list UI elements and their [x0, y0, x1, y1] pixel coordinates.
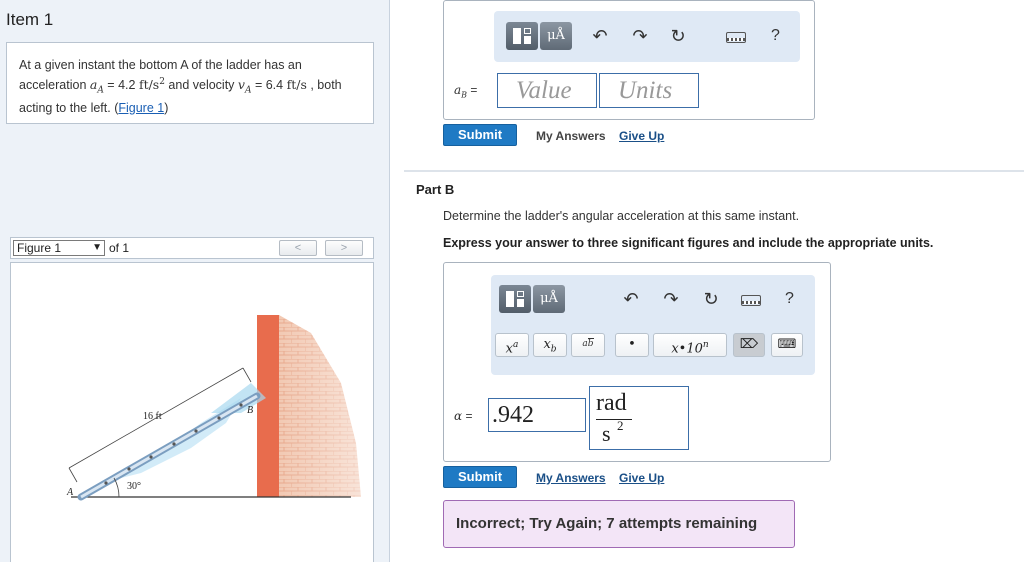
problem-text-4: )	[164, 100, 169, 115]
template-button[interactable]	[499, 285, 531, 313]
figure-link[interactable]: Figure 1	[118, 101, 164, 115]
part-b-equation-label: α =	[454, 409, 473, 423]
figure-select-value: Figure 1	[17, 241, 62, 255]
keyboard-icon[interactable]	[741, 295, 761, 306]
superscript-button[interactable]: xa	[495, 333, 529, 357]
redo-icon[interactable]: ↷	[628, 24, 652, 48]
part-a-answer-box: μÅ ↶ ↷ ↻ ? aB = Value Units	[443, 0, 815, 120]
chevron-down-icon: ▼	[92, 242, 102, 253]
unit-fraction-bar	[596, 419, 632, 420]
unit-exponent: 2	[617, 418, 624, 433]
figure-count: of 1	[109, 241, 130, 255]
angular-acceleration-input[interactable]: .942	[488, 398, 586, 432]
keyboard-icon[interactable]	[726, 32, 746, 43]
undo-icon[interactable]: ↶	[588, 24, 612, 48]
problem-statement: At a given instant the bottom A of the l…	[6, 42, 374, 124]
part-a-give-up-link[interactable]: Give Up	[619, 129, 664, 143]
value-input[interactable]: Value	[497, 73, 597, 108]
ladder-length-label: 16 ft	[143, 411, 162, 422]
template-button[interactable]	[506, 22, 538, 50]
units-button[interactable]: μÅ	[533, 285, 565, 313]
item-title: Item 1	[6, 10, 54, 29]
subscript-button[interactable]: xb	[533, 333, 567, 357]
help-icon[interactable]: ?	[771, 27, 780, 45]
part-a-toolbar: μÅ ↶ ↷ ↻ ?	[494, 11, 800, 62]
problem-text-2: and velocity	[164, 78, 238, 93]
angular-acceleration-units-input[interactable]: rad s 2	[589, 386, 689, 450]
velocity-value: = 6.4	[251, 78, 287, 93]
previous-figure-button[interactable]: <	[279, 240, 317, 256]
scientific-notation-button[interactable]: x•10n	[653, 333, 727, 357]
keyboard-toggle-icon[interactable]: ⌨	[771, 333, 803, 357]
point-b-label: B	[247, 405, 253, 416]
part-b-question: Determine the ladder's angular accelerat…	[443, 209, 800, 223]
velocity-unit: ft/s	[286, 77, 307, 93]
part-a-submit-button[interactable]: Submit	[443, 124, 517, 146]
ladder	[77, 392, 261, 501]
part-b-give-up-link[interactable]: Give Up	[619, 471, 664, 485]
undo-icon[interactable]: ↶	[619, 287, 643, 311]
help-icon[interactable]: ?	[785, 290, 794, 308]
feedback-message: Incorrect; Try Again; 7 attempts remaini…	[443, 500, 795, 548]
part-a-my-answers: My Answers	[536, 129, 606, 143]
wall-face	[257, 315, 279, 497]
multiply-dot-button[interactable]: •	[615, 333, 649, 357]
accel-value: = 4.2	[103, 78, 139, 93]
unit-numerator: rad	[596, 390, 627, 416]
reset-icon[interactable]: ↻	[699, 287, 723, 311]
units-button[interactable]: μÅ	[540, 22, 572, 50]
accel-unit: ft/s2	[138, 77, 165, 93]
unit-denominator: s	[602, 421, 611, 446]
backspace-icon[interactable]: ⌦	[733, 333, 765, 357]
figure-select[interactable]: Figure 1 ▼	[13, 240, 105, 256]
point-a-label: A	[66, 487, 74, 498]
reset-icon[interactable]: ↻	[666, 24, 690, 48]
part-b-submit-button[interactable]: Submit	[443, 466, 517, 488]
redo-icon[interactable]: ↷	[659, 287, 683, 311]
ladder-figure: 16 ft 30° A B	[66, 315, 369, 501]
problem-panel: Item 1 At a given instant the bottom A o…	[0, 0, 390, 562]
figure-panel: 16 ft 30° A B	[10, 262, 374, 562]
velocity-symbol: vA	[237, 77, 252, 96]
part-b-toolbar: μÅ ↶ ↷ ↻ ? xa xb ab • x•10n ⌦ ⌨	[491, 275, 815, 375]
part-a-equation-label: aB =	[454, 83, 478, 100]
angle-label: 30°	[127, 481, 141, 492]
part-b-title: Part B	[416, 182, 455, 197]
fraction-button[interactable]: ab	[571, 333, 605, 357]
part-b-my-answers-link[interactable]: My Answers	[536, 471, 606, 485]
accel-symbol: aA	[89, 77, 104, 96]
units-input[interactable]: Units	[599, 73, 699, 108]
figure-navigation-bar: Figure 1 ▼ of 1 < >	[10, 237, 374, 259]
part-divider	[404, 170, 1024, 172]
part-b-instruction: Express your answer to three significant…	[443, 236, 934, 250]
next-figure-button[interactable]: >	[325, 240, 363, 256]
